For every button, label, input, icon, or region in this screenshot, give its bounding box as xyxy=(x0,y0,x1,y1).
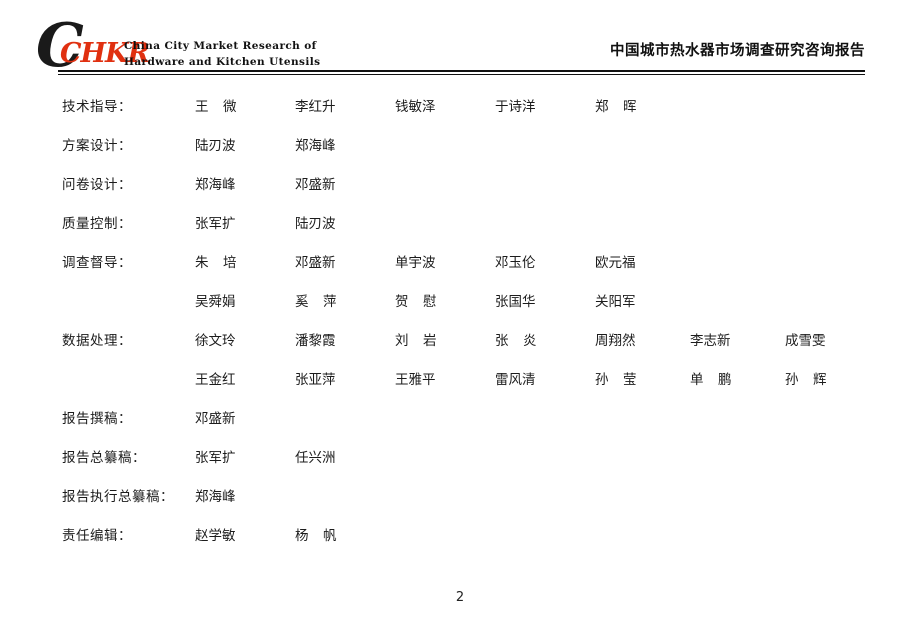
credit-person-name: 朱培 xyxy=(195,255,237,271)
credit-role-label: 方案设计： xyxy=(62,138,132,154)
credit-role-label: 质量控制： xyxy=(62,216,132,232)
credit-person-name: 单宇波 xyxy=(395,255,436,271)
credit-person-name: 郑海峰 xyxy=(195,177,236,193)
credit-row: 报告执行总纂稿： 郑海峰 xyxy=(0,486,920,525)
credit-role-label: 问卷设计： xyxy=(62,177,132,193)
credit-person-name: 李红升 xyxy=(295,99,336,115)
credit-role-label: 报告执行总纂稿： xyxy=(62,489,174,505)
credit-row: 报告撰稿： 邓盛新 xyxy=(0,408,920,447)
page-number: 2 xyxy=(455,590,465,605)
credit-row: 王金红 张亚萍 王雅平 雷风清 孙莹 单鹏 孙辉 xyxy=(0,369,920,408)
credit-person-name: 关阳军 xyxy=(595,294,636,310)
credit-person-name: 陆刃波 xyxy=(195,138,236,154)
header-divider-thin-line xyxy=(58,74,865,75)
credit-role-label: 数据处理： xyxy=(62,333,132,349)
credit-person-name: 钱敏泽 xyxy=(395,99,436,115)
credit-person-name: 王微 xyxy=(195,99,237,115)
credit-person-name: 邓盛新 xyxy=(295,255,336,271)
credit-person-name: 徐文玲 xyxy=(195,333,236,349)
credit-person-name: 王金红 xyxy=(195,372,236,388)
logo-tagline-line1: China City Market Research of xyxy=(124,40,317,52)
logo-tagline-line2: Hardware and Kitchen Utensils xyxy=(124,56,321,68)
credit-row: 技术指导： 王微 李红升 钱敏泽 于诗洋 郑晖 xyxy=(0,96,920,135)
credit-row: 数据处理： 徐文玲 潘黎霞 刘岩 张炎 周翔然 李志新 成雪雯 xyxy=(0,330,920,369)
page-header: C CHKR China City Market Research of Har… xyxy=(0,0,920,86)
credit-role-label: 责任编辑： xyxy=(62,528,132,544)
credit-person-name: 杨帆 xyxy=(295,528,337,544)
credit-person-name: 张军扩 xyxy=(195,216,236,232)
credit-person-name: 周翔然 xyxy=(595,333,636,349)
header-divider-thick-line xyxy=(58,70,865,72)
document-page: C CHKR China City Market Research of Har… xyxy=(0,0,920,637)
credit-person-name: 雷风清 xyxy=(495,372,536,388)
credit-person-name: 欧元福 xyxy=(595,255,636,271)
credit-row: 问卷设计： 郑海峰 邓盛新 xyxy=(0,174,920,213)
credit-person-name: 孙莹 xyxy=(595,372,637,388)
credit-person-name: 郑海峰 xyxy=(195,489,236,505)
credit-person-name: 潘黎霞 xyxy=(295,333,336,349)
credit-row: 质量控制： 张军扩 陆刃波 xyxy=(0,213,920,252)
credit-person-name: 吴舜娟 xyxy=(195,294,236,310)
credit-person-name: 孙辉 xyxy=(785,372,827,388)
credit-person-name: 郑晖 xyxy=(595,99,637,115)
company-logo: C CHKR China City Market Research of Har… xyxy=(36,16,336,76)
credit-person-name: 刘岩 xyxy=(395,333,437,349)
credit-person-name: 张国华 xyxy=(495,294,536,310)
credit-person-name: 贺慰 xyxy=(395,294,437,310)
credit-person-name: 于诗洋 xyxy=(495,99,536,115)
report-title: 中国城市热水器市场调查研究咨询报告 xyxy=(610,43,865,59)
credit-row: 吴舜娟 奚萍 贺慰 张国华 关阳军 xyxy=(0,291,920,330)
credit-person-name: 陆刃波 xyxy=(295,216,336,232)
credit-person-name: 张炎 xyxy=(495,333,537,349)
credit-person-name: 单鹏 xyxy=(690,372,732,388)
page-footer: 2 xyxy=(0,586,920,607)
credits-table: 技术指导：王微李红升 钱敏泽 于诗洋郑晖方案设计： 陆刃波 郑海峰 问卷设计： 郑海峰 邓盛新… xyxy=(0,96,920,564)
credit-person-name: 王雅平 xyxy=(395,372,436,388)
credit-person-name: 邓盛新 xyxy=(295,177,336,193)
credit-row: 调查督导： 朱培 邓盛新 单宇波 邓玉伦 欧元福 xyxy=(0,252,920,291)
credit-person-name: 赵学敏 xyxy=(195,528,236,544)
credit-person-name: 成雪雯 xyxy=(785,333,826,349)
credit-person-name: 邓盛新 xyxy=(195,411,236,427)
credit-row: 责任编辑： 赵学敏 杨帆 xyxy=(0,525,920,564)
credit-person-name: 奚萍 xyxy=(295,294,337,310)
credit-role-label: 技术指导： xyxy=(62,99,132,115)
logo-tagline: China City Market Research of Hardware a… xyxy=(124,38,320,70)
credit-person-name: 李志新 xyxy=(690,333,731,349)
credit-person-name: 郑海峰 xyxy=(295,138,336,154)
credit-person-name: 任兴洲 xyxy=(295,450,336,466)
credit-row: 方案设计： 陆刃波 郑海峰 xyxy=(0,135,920,174)
credit-person-name: 邓玉伦 xyxy=(495,255,536,271)
credit-role-label: 报告总纂稿： xyxy=(62,450,146,466)
credit-role-label: 报告撰稿： xyxy=(62,411,132,427)
credit-person-name: 张亚萍 xyxy=(295,372,336,388)
credit-role-label: 调查督导： xyxy=(62,255,132,271)
header-divider xyxy=(58,70,865,75)
credit-row: 报告总纂稿： 张军扩 任兴洲 xyxy=(0,447,920,486)
credit-person-name: 张军扩 xyxy=(195,450,236,466)
